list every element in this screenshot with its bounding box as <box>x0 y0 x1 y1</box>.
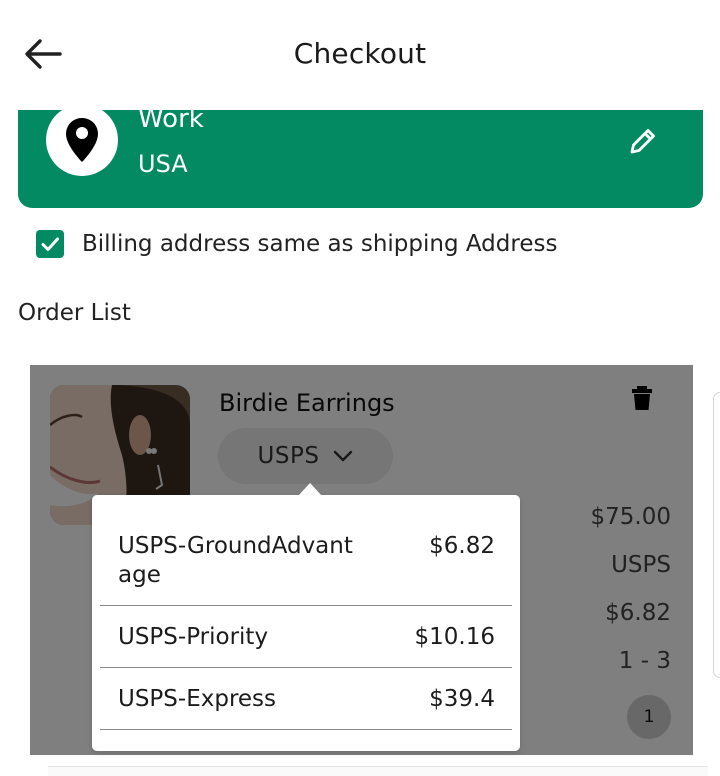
billing-same-row: Billing address same as shipping Address <box>36 228 557 260</box>
shipping-option-name: USPS-Priority <box>118 624 269 650</box>
pencil-icon <box>630 129 655 154</box>
shipping-option-price: $10.16 <box>414 624 495 650</box>
shipping-option-price: $39.4 <box>429 686 495 712</box>
order-list-heading: Order List <box>18 300 131 326</box>
page-title: Checkout <box>293 37 427 70</box>
shipping-option-name: USPS-GroundAdvantage <box>118 533 353 588</box>
next-section-edge <box>48 766 708 776</box>
shipping-option-priority[interactable]: USPS-Priority $10.16 <box>100 606 512 668</box>
shipping-option-name: USPS-Express <box>118 686 277 712</box>
location-pin-badge <box>46 110 118 176</box>
shipping-option-ground-advantage[interactable]: USPS-GroundAdvantage $6.82 <box>100 495 512 606</box>
address-label: Work <box>138 110 204 134</box>
app-header: Checkout <box>0 0 720 110</box>
address-country: USA <box>138 150 188 178</box>
checkmark-icon <box>41 237 59 251</box>
location-pin-icon <box>66 118 98 162</box>
billing-same-checkbox[interactable] <box>36 230 64 258</box>
billing-same-label: Billing address same as shipping Address <box>82 231 558 257</box>
shipping-option-price: $6.82 <box>429 533 495 559</box>
shipping-options-popup: USPS-GroundAdvantage $6.82 USPS-Priority… <box>92 495 520 751</box>
shipping-address-card[interactable]: Work USA <box>18 110 703 208</box>
next-order-card-edge <box>713 392 720 678</box>
edit-address-button[interactable] <box>626 124 660 158</box>
shipping-option-express[interactable]: USPS-Express $39.4 <box>100 668 512 730</box>
